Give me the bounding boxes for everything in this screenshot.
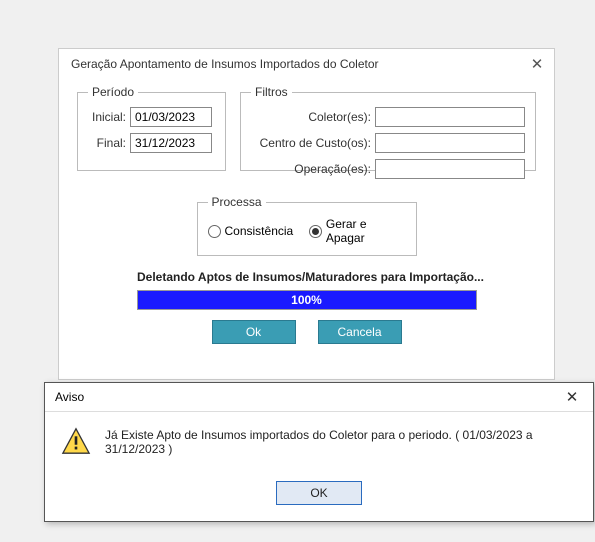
input-final[interactable] [130, 133, 212, 153]
main-titlebar: Geração Apontamento de Insumos Importado… [59, 49, 554, 79]
progress-bar: 100% [137, 290, 477, 310]
radio-gerar[interactable]: Gerar e Apagar [309, 217, 405, 245]
radio-label-consistencia: Consistência [225, 224, 294, 238]
fieldset-periodo: Período Inicial: Final: [77, 85, 226, 171]
aviso-title: Aviso [55, 390, 84, 404]
input-operacao[interactable] [375, 159, 525, 179]
fieldset-filtros: Filtros Coletor(es): Centro de Custo(os)… [240, 85, 536, 171]
cancel-button[interactable]: Cancela [318, 320, 402, 344]
radio-consistencia[interactable]: Consistência [208, 224, 294, 238]
label-operacao: Operação(es): [251, 162, 375, 176]
fieldset-processa: Processa Consistência Gerar e Apagar [197, 195, 417, 256]
main-content: Período Inicial: Final: Filtros Coletor(… [59, 79, 554, 344]
ok-button[interactable]: Ok [212, 320, 296, 344]
input-inicial[interactable] [130, 107, 212, 127]
label-final: Final: [88, 136, 130, 150]
aviso-titlebar: Aviso ✕ [45, 383, 593, 412]
legend-processa: Processa [208, 195, 266, 209]
radio-icon [208, 225, 221, 238]
warning-icon [61, 426, 91, 459]
label-inicial: Inicial: [88, 110, 130, 124]
label-coletores: Coletor(es): [251, 110, 375, 124]
radio-icon [309, 225, 322, 238]
input-ccusto[interactable] [375, 133, 525, 153]
input-coletores[interactable] [375, 107, 525, 127]
progress-label: 100% [138, 291, 476, 309]
main-title: Geração Apontamento de Insumos Importado… [71, 57, 379, 71]
radio-label-gerar: Gerar e Apagar [326, 217, 406, 245]
main-dialog: Geração Apontamento de Insumos Importado… [58, 48, 555, 380]
status-text: Deletando Aptos de Insumos/Maturadores p… [77, 270, 536, 284]
aviso-ok-button[interactable]: OK [276, 481, 362, 505]
close-icon[interactable]: ✕ [530, 57, 544, 71]
aviso-message: Já Existe Apto de Insumos importados do … [105, 426, 577, 456]
legend-periodo: Período [88, 85, 138, 99]
close-icon[interactable]: ✕ [559, 387, 585, 407]
label-ccusto: Centro de Custo(os): [251, 136, 375, 150]
aviso-dialog: Aviso ✕ Já Existe Apto de Insumos import… [44, 382, 594, 522]
legend-filtros: Filtros [251, 85, 292, 99]
